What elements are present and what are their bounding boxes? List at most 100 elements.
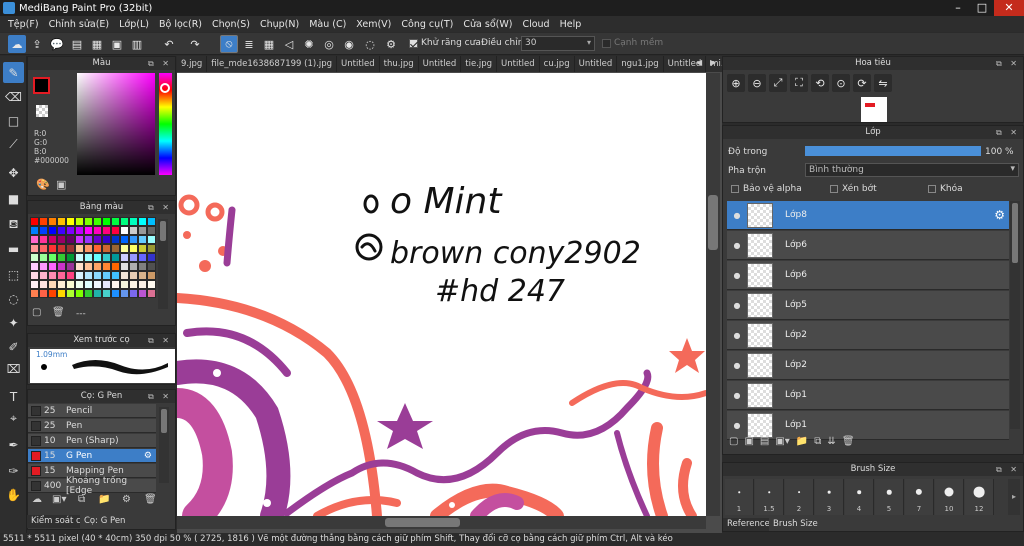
palette-swatch[interactable] [120, 280, 129, 289]
palette-swatch[interactable] [138, 217, 147, 226]
soft-edge-checkbox[interactable] [602, 39, 611, 48]
palette-swatch[interactable] [111, 289, 120, 298]
palette-swatch[interactable] [129, 253, 138, 262]
palette-swatch[interactable] [57, 280, 66, 289]
cross-snap-icon[interactable]: ▦ [260, 35, 278, 53]
lock-checkbox[interactable] [928, 185, 936, 193]
new-halftone-layer-icon[interactable]: ▤ [760, 436, 769, 447]
palette-swatch[interactable] [66, 244, 75, 253]
rotate-right-icon[interactable]: ⟳ [853, 74, 871, 92]
palette-swatch[interactable] [30, 217, 39, 226]
palette-swatch[interactable] [147, 271, 156, 280]
new-color-layer-icon[interactable]: ▣ [744, 436, 753, 447]
document-tab[interactable]: file_mde1638687199 (1).jpg [207, 56, 338, 72]
opacity-slider[interactable] [805, 146, 981, 156]
palette-swatch[interactable] [147, 244, 156, 253]
document-tab[interactable]: 9.jpg [177, 56, 208, 72]
palette-swatch[interactable] [102, 217, 111, 226]
palette-swatch[interactable] [75, 244, 84, 253]
palette-swatch[interactable] [57, 262, 66, 271]
saturation-value-picker[interactable] [77, 73, 155, 175]
palette-swatch[interactable] [30, 226, 39, 235]
palette-swatch[interactable] [120, 289, 129, 298]
gradient-tool-icon[interactable]: ▬ [3, 238, 24, 259]
palette-swatch[interactable] [138, 235, 147, 244]
palette-swatch[interactable] [102, 244, 111, 253]
palette-swatch[interactable] [66, 280, 75, 289]
document-tab[interactable]: Untitled [419, 56, 462, 72]
palette-swatch[interactable] [48, 253, 57, 262]
palette-swatch[interactable] [138, 262, 147, 271]
antialias-checkbox[interactable] [409, 39, 418, 48]
palette-swatch[interactable] [93, 235, 102, 244]
palette-swatch[interactable] [84, 289, 93, 298]
palette-swatch[interactable] [75, 226, 84, 235]
brush-size-option[interactable]: 1 [725, 479, 754, 515]
brush-size-option[interactable]: 2 [785, 479, 814, 515]
palette-swatch[interactable] [39, 271, 48, 280]
eye-icon[interactable]: ● [727, 421, 747, 430]
palette-swatch[interactable] [120, 253, 129, 262]
palette-swatch[interactable] [111, 217, 120, 226]
layer-row[interactable]: ● Lớp1 [727, 381, 1009, 410]
palette-swatch[interactable] [93, 271, 102, 280]
palette-swatch[interactable] [84, 235, 93, 244]
palette-swatch[interactable] [138, 244, 147, 253]
rotate-reset-icon[interactable]: ⊙ [832, 74, 850, 92]
brush-folder-icon[interactable]: 📁 [98, 494, 110, 505]
layer-row[interactable]: ● Lớp2 [727, 351, 1009, 380]
eyedropper-tool-icon[interactable]: ✒ [3, 434, 24, 455]
maximize-button[interactable]: □ [970, 0, 994, 16]
palette-swatch[interactable] [111, 262, 120, 271]
palette-swatch[interactable] [30, 262, 39, 271]
cloud-icon[interactable]: ☁ [8, 35, 26, 53]
layer-folder-icon[interactable]: 📁 [796, 436, 808, 447]
layer-row[interactable]: ● Lớp6 [727, 231, 1009, 260]
parallel-snap-icon[interactable]: ≣ [240, 35, 258, 53]
palette-grid[interactable] [30, 217, 156, 298]
eye-icon[interactable]: ● [727, 211, 747, 220]
palette-swatch[interactable] [39, 253, 48, 262]
brush-settings-icon[interactable]: ⚙ [122, 494, 131, 505]
hue-slider-knob[interactable] [160, 83, 170, 93]
tab-brush-gpen[interactable]: Cọ: G Pen [80, 515, 130, 528]
undo-icon[interactable]: ↶ [160, 35, 178, 53]
menu-snap[interactable]: Chụp(N) [255, 19, 304, 30]
palette-swatch[interactable] [147, 262, 156, 271]
palette-swatch[interactable] [75, 280, 84, 289]
palette-swatch[interactable] [30, 280, 39, 289]
palette-swatch[interactable] [39, 244, 48, 253]
tab-scroll-left-icon[interactable]: ◀ [696, 58, 702, 67]
brush-size-option[interactable]: 12 [965, 479, 994, 515]
menu-select[interactable]: Chọn(S) [207, 19, 255, 30]
flip-icon[interactable]: ⇋ [874, 74, 892, 92]
palette-swatch[interactable] [129, 280, 138, 289]
delete-color-icon[interactable]: 🗑 [52, 307, 65, 318]
palette-swatch[interactable] [111, 244, 120, 253]
palette-swatch[interactable] [93, 244, 102, 253]
palette-swatch[interactable] [75, 289, 84, 298]
document-tab[interactable]: Untitled [497, 56, 540, 72]
magic-wand-icon[interactable]: ✦ [3, 312, 24, 333]
menu-tools[interactable]: Công cụ(T) [396, 19, 458, 30]
palette-swatch[interactable] [66, 226, 75, 235]
palette-swatch[interactable] [39, 217, 48, 226]
brush-delete-icon[interactable]: 🗑 [144, 494, 157, 505]
operation-tool-icon[interactable]: ⌖ [3, 408, 24, 429]
palette-swatch[interactable] [129, 289, 138, 298]
palette-swatch[interactable] [84, 226, 93, 235]
palette-swatch[interactable] [75, 253, 84, 262]
brush-size-scroll-icon[interactable]: ▸ [1008, 479, 1020, 515]
palette-swatch[interactable] [48, 217, 57, 226]
palette-swatch[interactable] [147, 280, 156, 289]
palette-swatch[interactable] [57, 217, 66, 226]
move-tool-icon[interactable]: ✥ [3, 162, 24, 183]
palette-swatch[interactable] [66, 262, 75, 271]
clipping-checkbox[interactable] [830, 185, 838, 193]
palette-swatch[interactable] [84, 280, 93, 289]
palette-swatch[interactable] [57, 226, 66, 235]
palette-swatch[interactable] [57, 253, 66, 262]
palette-swatch[interactable] [39, 235, 48, 244]
palette-swatch[interactable] [48, 235, 57, 244]
pen-nib-tool-icon[interactable]: ✑ [3, 460, 24, 481]
